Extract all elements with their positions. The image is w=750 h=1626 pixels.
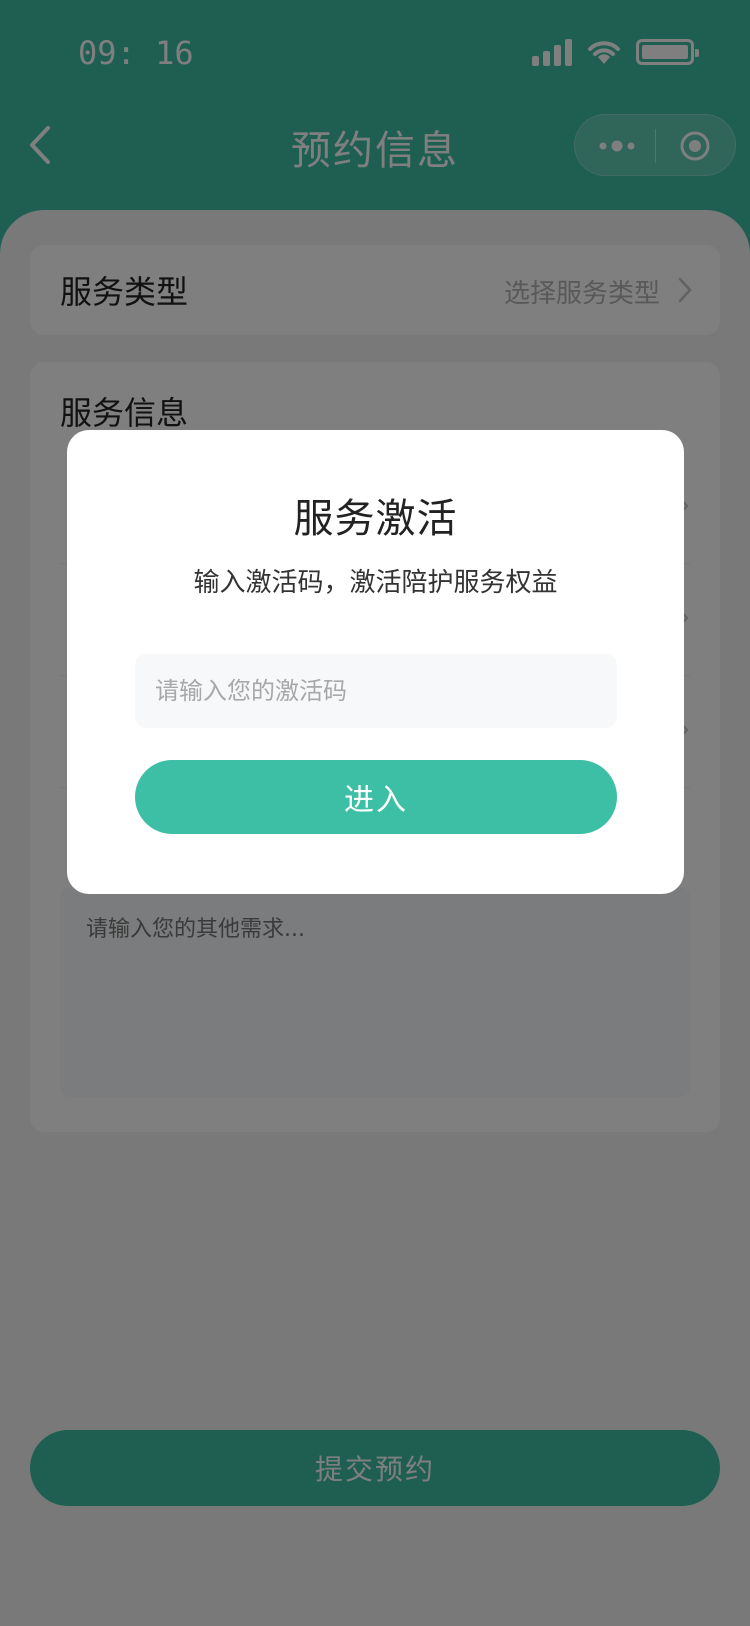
activation-code-input[interactable] xyxy=(135,654,617,728)
modal-subtitle: 输入激活码，激活陪护服务权益 xyxy=(193,568,558,598)
modal-title: 服务激活 xyxy=(293,496,458,542)
activation-modal: 服务激活 输入激活码，激活陪护服务权益 进入 xyxy=(67,430,684,894)
enter-button[interactable]: 进入 xyxy=(135,760,617,834)
